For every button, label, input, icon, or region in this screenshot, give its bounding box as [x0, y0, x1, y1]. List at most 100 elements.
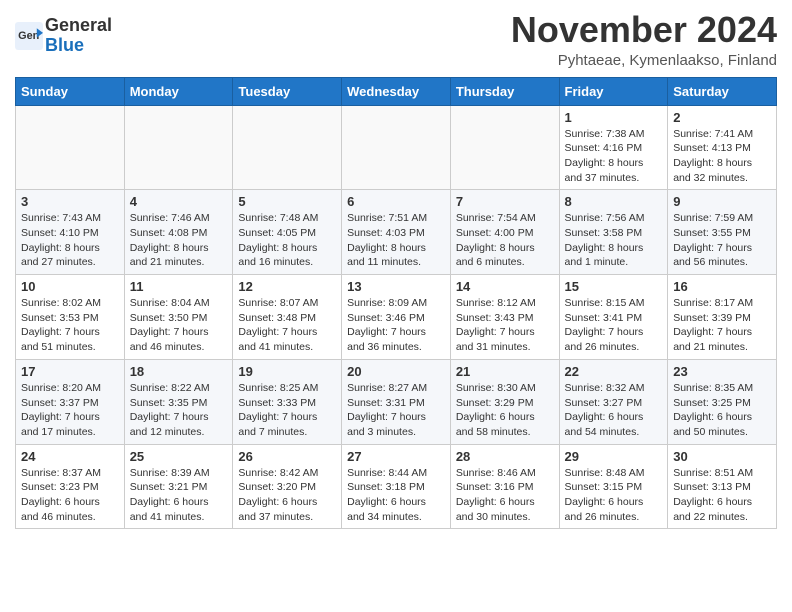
logo-line2: Blue — [45, 36, 112, 56]
day-info: Sunrise: 8:09 AM Sunset: 3:46 PM Dayligh… — [347, 296, 445, 355]
weekday-header-friday: Friday — [559, 77, 668, 105]
day-info: Sunrise: 8:46 AM Sunset: 3:16 PM Dayligh… — [456, 466, 554, 525]
day-number: 10 — [21, 279, 119, 294]
weekday-header-saturday: Saturday — [668, 77, 777, 105]
calendar-week-5: 24 Sunrise: 8:37 AM Sunset: 3:23 PM Dayli… — [16, 444, 777, 529]
calendar-cell: 20 Sunrise: 8:27 AM Sunset: 3:31 PM Dayli… — [342, 359, 451, 444]
calendar-cell: 26 Sunrise: 8:42 AM Sunset: 3:20 PM Dayli… — [233, 444, 342, 529]
day-info: Sunrise: 8:12 AM Sunset: 3:43 PM Dayligh… — [456, 296, 554, 355]
day-number: 6 — [347, 194, 445, 209]
weekday-header-sunday: Sunday — [16, 77, 125, 105]
calendar-cell — [342, 105, 451, 190]
day-info: Sunrise: 8:30 AM Sunset: 3:29 PM Dayligh… — [456, 381, 554, 440]
day-number: 24 — [21, 449, 119, 464]
day-info: Sunrise: 8:35 AM Sunset: 3:25 PM Dayligh… — [673, 381, 771, 440]
day-info: Sunrise: 7:51 AM Sunset: 4:03 PM Dayligh… — [347, 211, 445, 270]
day-number: 8 — [565, 194, 663, 209]
page-header: Gen General Blue November 2024 Pyhtaeae,… — [15, 10, 777, 69]
calendar-cell: 19 Sunrise: 8:25 AM Sunset: 3:33 PM Dayli… — [233, 359, 342, 444]
calendar-cell: 16 Sunrise: 8:17 AM Sunset: 3:39 PM Dayli… — [668, 275, 777, 360]
day-number: 3 — [21, 194, 119, 209]
day-number: 25 — [130, 449, 228, 464]
calendar-cell: 6 Sunrise: 7:51 AM Sunset: 4:03 PM Daylig… — [342, 190, 451, 275]
day-info: Sunrise: 8:44 AM Sunset: 3:18 PM Dayligh… — [347, 466, 445, 525]
title-block: November 2024 Pyhtaeae, Kymenlaakso, Fin… — [511, 10, 777, 69]
logo-icon: Gen — [15, 22, 43, 50]
calendar-cell — [233, 105, 342, 190]
logo-line1: General — [45, 16, 112, 36]
calendar-cell: 1 Sunrise: 7:38 AM Sunset: 4:16 PM Daylig… — [559, 105, 668, 190]
calendar-cell: 8 Sunrise: 7:56 AM Sunset: 3:58 PM Daylig… — [559, 190, 668, 275]
day-info: Sunrise: 7:43 AM Sunset: 4:10 PM Dayligh… — [21, 211, 119, 270]
weekday-header-monday: Monday — [124, 77, 233, 105]
calendar-cell: 10 Sunrise: 8:02 AM Sunset: 3:53 PM Dayli… — [16, 275, 125, 360]
calendar-cell: 22Sunrise: 8:32 AM Sunset: 3:27 PM Dayli… — [559, 359, 668, 444]
day-info: Sunrise: 8:48 AM Sunset: 3:15 PM Dayligh… — [565, 466, 663, 525]
calendar-cell: 2 Sunrise: 7:41 AM Sunset: 4:13 PM Daylig… — [668, 105, 777, 190]
day-info: Sunrise: 7:41 AM Sunset: 4:13 PM Dayligh… — [673, 127, 771, 186]
calendar-cell: 30 Sunrise: 8:51 AM Sunset: 3:13 PM Dayli… — [668, 444, 777, 529]
day-number: 30 — [673, 449, 771, 464]
calendar-cell: 21 Sunrise: 8:30 AM Sunset: 3:29 PM Dayli… — [450, 359, 559, 444]
month-title: November 2024 — [511, 10, 777, 50]
calendar-week-1: 1 Sunrise: 7:38 AM Sunset: 4:16 PM Daylig… — [16, 105, 777, 190]
day-info: Sunrise: 7:48 AM Sunset: 4:05 PM Dayligh… — [238, 211, 336, 270]
day-number: 28 — [456, 449, 554, 464]
day-info: Sunrise: 8:02 AM Sunset: 3:53 PM Dayligh… — [21, 296, 119, 355]
day-info: Sunrise: 7:56 AM Sunset: 3:58 PM Dayligh… — [565, 211, 663, 270]
day-number: 5 — [238, 194, 336, 209]
day-info: Sunrise: 8:20 AM Sunset: 3:37 PM Dayligh… — [21, 381, 119, 440]
day-info: Sunrise: 8:25 AM Sunset: 3:33 PM Dayligh… — [238, 381, 336, 440]
day-info: Sunrise: 8:42 AM Sunset: 3:20 PM Dayligh… — [238, 466, 336, 525]
calendar-cell: 24 Sunrise: 8:37 AM Sunset: 3:23 PM Dayli… — [16, 444, 125, 529]
day-number: 20 — [347, 364, 445, 379]
day-info: Sunrise: 8:07 AM Sunset: 3:48 PM Dayligh… — [238, 296, 336, 355]
calendar-cell: 28 Sunrise: 8:46 AM Sunset: 3:16 PM Dayli… — [450, 444, 559, 529]
day-number: 2 — [673, 110, 771, 125]
day-info: Sunrise: 8:22 AM Sunset: 3:35 PM Dayligh… — [130, 381, 228, 440]
calendar-cell: 12Sunrise: 8:07 AM Sunset: 3:48 PM Dayli… — [233, 275, 342, 360]
day-info: Sunrise: 7:46 AM Sunset: 4:08 PM Dayligh… — [130, 211, 228, 270]
day-info: Sunrise: 8:27 AM Sunset: 3:31 PM Dayligh… — [347, 381, 445, 440]
calendar-cell: 25 Sunrise: 8:39 AM Sunset: 3:21 PM Dayli… — [124, 444, 233, 529]
day-info: Sunrise: 8:39 AM Sunset: 3:21 PM Dayligh… — [130, 466, 228, 525]
day-number: 26 — [238, 449, 336, 464]
day-info: Sunrise: 8:17 AM Sunset: 3:39 PM Dayligh… — [673, 296, 771, 355]
calendar-week-4: 17 Sunrise: 8:20 AM Sunset: 3:37 PM Dayli… — [16, 359, 777, 444]
calendar-cell: 18 Sunrise: 8:22 AM Sunset: 3:35 PM Dayli… — [124, 359, 233, 444]
calendar-cell: 3 Sunrise: 7:43 AM Sunset: 4:10 PM Daylig… — [16, 190, 125, 275]
day-number: 16 — [673, 279, 771, 294]
day-info: Sunrise: 8:37 AM Sunset: 3:23 PM Dayligh… — [21, 466, 119, 525]
day-number: 18 — [130, 364, 228, 379]
calendar-week-2: 3 Sunrise: 7:43 AM Sunset: 4:10 PM Daylig… — [16, 190, 777, 275]
day-number: 29 — [565, 449, 663, 464]
calendar-cell — [124, 105, 233, 190]
calendar-table: SundayMondayTuesdayWednesdayThursdayFrid… — [15, 77, 777, 530]
day-number: 22 — [565, 364, 663, 379]
day-info: Sunrise: 8:51 AM Sunset: 3:13 PM Dayligh… — [673, 466, 771, 525]
day-info: Sunrise: 7:54 AM Sunset: 4:00 PM Dayligh… — [456, 211, 554, 270]
day-number: 21 — [456, 364, 554, 379]
calendar-cell: 17 Sunrise: 8:20 AM Sunset: 3:37 PM Dayli… — [16, 359, 125, 444]
calendar-cell: 14 Sunrise: 8:12 AM Sunset: 3:43 PM Dayli… — [450, 275, 559, 360]
day-number: 17 — [21, 364, 119, 379]
weekday-header-thursday: Thursday — [450, 77, 559, 105]
day-number: 1 — [565, 110, 663, 125]
calendar-cell: 9Sunrise: 7:59 AM Sunset: 3:55 PM Daylig… — [668, 190, 777, 275]
calendar-cell: 15Sunrise: 8:15 AM Sunset: 3:41 PM Dayli… — [559, 275, 668, 360]
day-number: 23 — [673, 364, 771, 379]
weekday-header-wednesday: Wednesday — [342, 77, 451, 105]
day-number: 19 — [238, 364, 336, 379]
day-info: Sunrise: 8:04 AM Sunset: 3:50 PM Dayligh… — [130, 296, 228, 355]
location: Pyhtaeae, Kymenlaakso, Finland — [511, 52, 777, 69]
day-info: Sunrise: 7:38 AM Sunset: 4:16 PM Dayligh… — [565, 127, 663, 186]
weekday-header-row: SundayMondayTuesdayWednesdayThursdayFrid… — [16, 77, 777, 105]
calendar-cell: 7 Sunrise: 7:54 AM Sunset: 4:00 PM Daylig… — [450, 190, 559, 275]
day-number: 11 — [130, 279, 228, 294]
day-number: 14 — [456, 279, 554, 294]
calendar-cell: 23 Sunrise: 8:35 AM Sunset: 3:25 PM Dayli… — [668, 359, 777, 444]
weekday-header-tuesday: Tuesday — [233, 77, 342, 105]
calendar-cell: 27Sunrise: 8:44 AM Sunset: 3:18 PM Dayli… — [342, 444, 451, 529]
day-number: 7 — [456, 194, 554, 209]
day-number: 13 — [347, 279, 445, 294]
